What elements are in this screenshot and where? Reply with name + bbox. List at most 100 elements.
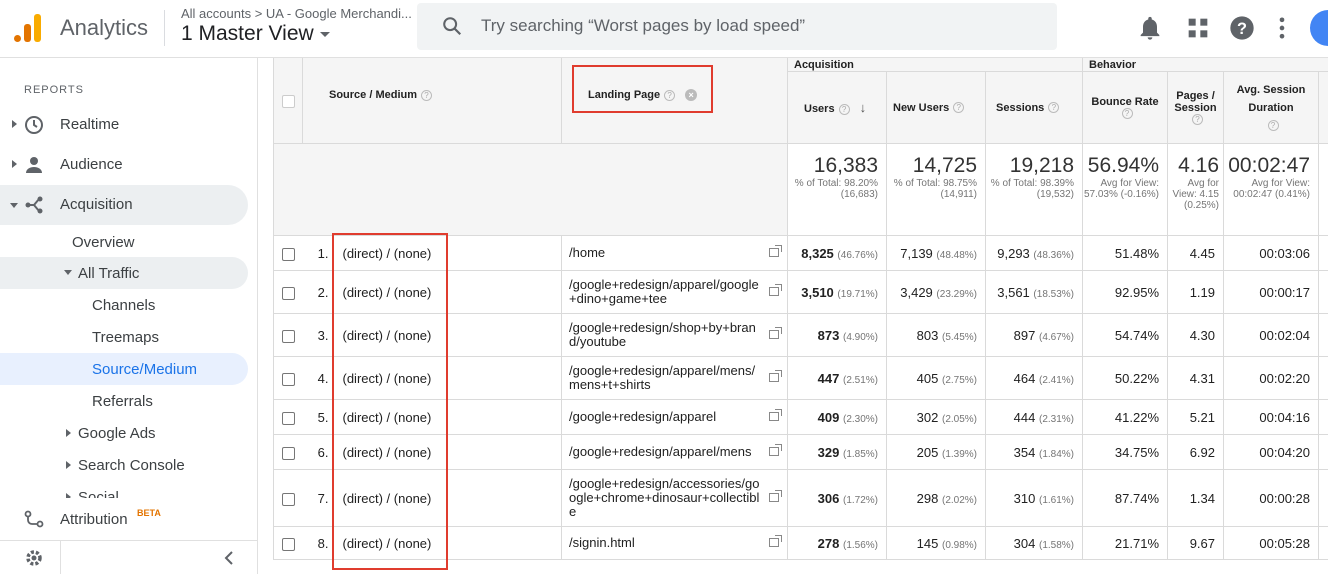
source-medium-link[interactable]: (direct) / (none) — [332, 356, 562, 400]
help-icon[interactable]: ? — [664, 89, 676, 101]
attribution-icon — [24, 510, 44, 528]
sidebar-item-search-console[interactable]: Search Console — [0, 449, 248, 481]
search-box[interactable] — [417, 3, 1057, 50]
header-source-medium[interactable]: Source / Medium? — [302, 58, 562, 144]
help-icon[interactable]: ? — [1048, 102, 1060, 114]
row-checkbox[interactable] — [281, 537, 295, 551]
sidebar-item-all-traffic[interactable]: All Traffic — [0, 257, 248, 289]
header-new-users[interactable]: New Users? — [886, 71, 986, 144]
header-avg-duration[interactable]: Avg. Session Duration? — [1223, 71, 1319, 144]
new-users-cell: 302 (2.05%) — [886, 399, 986, 435]
chevron-right-icon — [66, 429, 71, 437]
landing-page-link[interactable]: /home — [569, 245, 605, 260]
sidebar-item-source-medium[interactable]: Source/Medium — [0, 353, 248, 385]
table-row[interactable]: 2. (direct) / (none)/google+redesign/appa… — [273, 270, 1328, 314]
help-icon[interactable]: ? — [1267, 120, 1279, 132]
landing-page-link[interactable]: /google+redesign/apparel/mens/mens+t+shi… — [569, 363, 755, 392]
avatar[interactable] — [1310, 10, 1328, 46]
landing-page-link[interactable]: /google+redesign/apparel — [569, 409, 716, 424]
table-row[interactable]: 3. (direct) / (none)/google+redesign/shop… — [273, 313, 1328, 357]
source-medium-link[interactable]: (direct) / (none) — [332, 469, 562, 527]
external-link-icon[interactable] — [769, 490, 782, 502]
external-link-icon[interactable] — [769, 444, 782, 456]
landing-page-link[interactable]: /google+redesign/accessories/google+chro… — [569, 476, 759, 519]
help-icon[interactable]: ? — [953, 102, 965, 114]
landing-page-link[interactable]: /signin.html — [569, 535, 635, 550]
source-medium-link[interactable]: (direct) / (none) — [332, 399, 562, 435]
row-checkbox[interactable] — [281, 329, 295, 343]
collapse-chevron-icon[interactable] — [222, 551, 236, 565]
external-link-icon[interactable] — [769, 370, 782, 382]
table-row[interactable]: 7. (direct) / (none)/google+redesign/acce… — [273, 469, 1328, 527]
view-selector[interactable]: 1 Master View — [181, 22, 330, 46]
sidebar-item-label: Acquisition — [60, 196, 133, 213]
external-link-icon[interactable] — [769, 535, 782, 547]
more-vert-icon[interactable] — [1268, 14, 1296, 42]
sidebar-item-referrals[interactable]: Referrals — [0, 385, 248, 417]
table-row[interactable]: 5. (direct) / (none) /google+redesign/appa… — [273, 399, 1328, 435]
row-checkbox-cell — [273, 356, 303, 400]
row-checkbox[interactable] — [281, 286, 295, 300]
sidebar-item-overview[interactable]: Overview — [0, 221, 248, 255]
sidebar-item-realtime[interactable]: Realtime — [0, 105, 248, 145]
sidebar-item-audience[interactable]: Audience — [0, 145, 248, 185]
help-icon[interactable]: ? — [838, 103, 850, 115]
external-link-icon[interactable] — [769, 409, 782, 421]
source-medium-link[interactable]: (direct) / (none) — [332, 235, 562, 271]
help-icon[interactable]: ? — [1228, 14, 1256, 42]
row-checkbox[interactable] — [281, 411, 295, 425]
source-medium-link[interactable]: (direct) / (none) — [332, 270, 562, 314]
sidebar-item-acquisition[interactable]: Acquisition — [0, 185, 248, 225]
help-icon[interactable]: ? — [1121, 108, 1133, 120]
help-icon[interactable]: ? — [421, 89, 433, 101]
sidebar-item-social[interactable]: Social — [0, 481, 248, 498]
landing-page-link[interactable]: /google+redesign/apparel/mens — [569, 444, 752, 459]
sidebar-item-attribution[interactable]: Attribution BETA — [0, 498, 258, 538]
row-checkbox[interactable] — [281, 446, 295, 460]
landing-page-link[interactable]: /google+redesign/shop+by+brand/youtube — [569, 320, 756, 349]
person-icon — [26, 157, 42, 173]
table-row[interactable]: 4. (direct) / (none)/google+redesign/appa… — [273, 356, 1328, 400]
sort-down-icon[interactable]: ↓ — [860, 100, 867, 115]
bounce-rate-cell: 87.74% — [1082, 469, 1168, 527]
external-link-icon[interactable] — [769, 284, 782, 296]
source-medium-link[interactable]: (direct) / (none) — [332, 434, 562, 470]
header-landing-page[interactable]: Landing Page? × — [561, 58, 788, 144]
analytics-logo-icon[interactable] — [14, 12, 44, 42]
source-medium-link[interactable]: (direct) / (none) — [332, 526, 562, 560]
sidebar-item-label: Google Ads — [78, 425, 156, 442]
external-link-icon[interactable] — [769, 245, 782, 257]
table-row[interactable]: 8. (direct) / (none) /signin.html 278 (1.56… — [273, 526, 1328, 560]
header-sessions[interactable]: Sessions? — [985, 71, 1083, 144]
users-cell: 278 (1.56%) — [787, 526, 887, 560]
total-sub: % of Total: 98.39% (19,532) — [990, 178, 1074, 200]
bell-icon[interactable] — [1136, 14, 1164, 42]
chevron-down-icon — [64, 270, 72, 275]
sidebar-item-channels[interactable]: Channels — [0, 289, 248, 321]
cell-pct: (46.76%) — [837, 249, 878, 261]
external-link-icon[interactable] — [769, 327, 782, 339]
search-input[interactable] — [481, 13, 1041, 39]
select-all-checkbox[interactable] — [281, 94, 295, 108]
table-row[interactable]: 1. (direct) / (none)/home 8,325 (46.76%) 7,… — [273, 235, 1328, 271]
overflow-cell — [1317, 270, 1328, 314]
total-new-users: 14,725% of Total: 98.75% (14,911) — [886, 143, 986, 236]
row-checkbox[interactable] — [281, 372, 295, 386]
header-users[interactable]: Users? ↓ — [787, 71, 887, 144]
sessions-cell: 464 (2.41%) — [985, 356, 1083, 400]
sidebar-item-google-ads[interactable]: Google Ads — [0, 417, 248, 449]
source-medium-link[interactable]: (direct) / (none) — [332, 313, 562, 357]
help-icon[interactable]: ? — [1192, 114, 1203, 126]
gear-icon[interactable] — [24, 548, 44, 568]
apps-grid-icon[interactable] — [1184, 14, 1212, 42]
landing-page-link[interactable]: /google+redesign/apparel/google+dino+gam… — [569, 277, 759, 306]
row-checkbox[interactable] — [281, 247, 295, 261]
header-pages-session[interactable]: Pages / Session? — [1167, 71, 1224, 144]
row-checkbox[interactable] — [281, 492, 295, 506]
totals-label-cell — [273, 143, 788, 236]
header-bounce-rate[interactable]: Bounce Rate? — [1082, 71, 1168, 144]
sidebar-item-treemaps[interactable]: Treemaps — [0, 321, 248, 353]
breadcrumb[interactable]: All accounts > UA - Google Merchandi... — [181, 6, 412, 21]
table-row[interactable]: 6. (direct) / (none) /google+redesign/appa… — [273, 434, 1328, 470]
remove-dimension-icon[interactable]: × — [685, 89, 698, 101]
